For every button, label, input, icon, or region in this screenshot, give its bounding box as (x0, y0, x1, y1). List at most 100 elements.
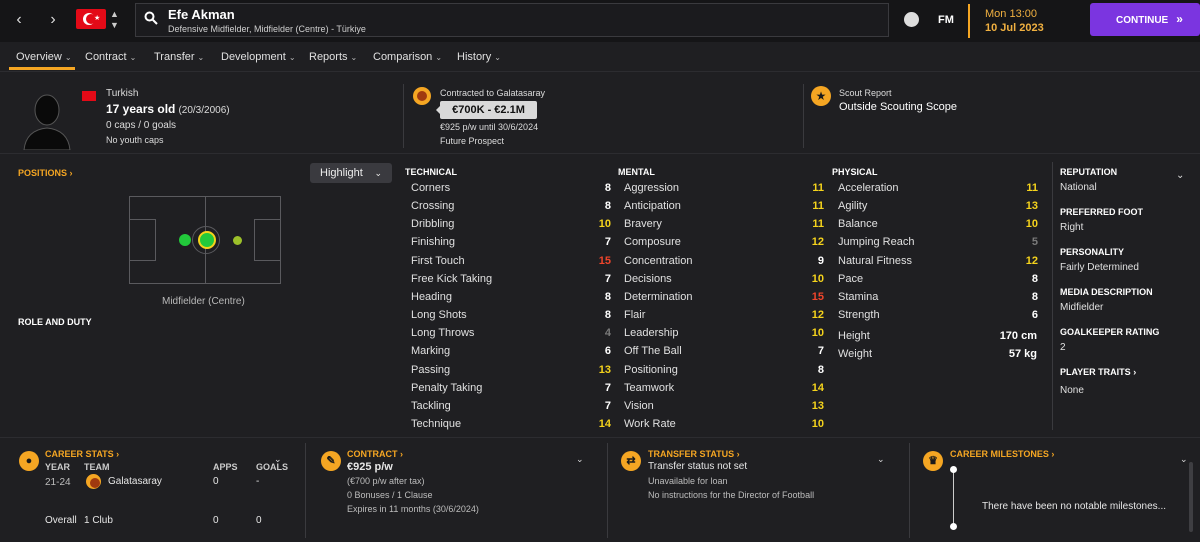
nationality: Turkish (106, 88, 139, 99)
technical-attribute-row[interactable]: Heading 8 (411, 288, 611, 306)
attribute-value: 13 (1025, 200, 1038, 213)
tab-history[interactable]: History ⌄ (457, 51, 501, 63)
football-icon[interactable] (904, 12, 919, 27)
technical-attribute-row[interactable]: Free Kick Taking 7 (411, 270, 611, 288)
attribute-value: 14 (811, 381, 824, 394)
technical-attribute-row[interactable]: First Touch 15 (411, 252, 611, 270)
personality-heading: PERSONALITY (1060, 247, 1125, 257)
attribute-name: Work Rate (624, 417, 676, 430)
technical-attribute-row[interactable]: Tackling 7 (411, 397, 611, 415)
star-icon: ★ (811, 86, 831, 106)
reputation-heading: REPUTATION (1060, 167, 1118, 177)
tab-reports[interactable]: Reports ⌄ (309, 51, 357, 63)
positions-link[interactable]: POSITIONS › (18, 168, 73, 178)
mental-attribute-row[interactable]: Concentration 9 (624, 252, 824, 270)
technical-attribute-row[interactable]: Crossing 8 (411, 197, 611, 215)
mental-attribute-row[interactable]: Determination 15 (624, 288, 824, 306)
career-stats-link[interactable]: CAREER STATS › (45, 449, 119, 459)
tab-development[interactable]: Development ⌄ (221, 51, 296, 63)
highlight-dropdown[interactable]: Highlight ⌄ (310, 163, 392, 183)
mental-attribute-row[interactable]: Leadership 10 (624, 324, 824, 342)
physical-attribute-row[interactable]: Pace 8 (838, 270, 1038, 288)
mental-attribute-row[interactable]: Anticipation 11 (624, 197, 824, 215)
chevron-up-icon[interactable]: ▲ (110, 10, 119, 19)
scout-report-value[interactable]: Outside Scouting Scope (839, 101, 957, 113)
position-am-marker[interactable] (233, 236, 242, 245)
tab-contract[interactable]: Contract ⌄ (85, 51, 136, 63)
tab-overview[interactable]: Overview ⌄ (16, 51, 72, 63)
mental-attribute-row[interactable]: Vision 13 (624, 397, 824, 415)
attribute-value: 8 (817, 363, 824, 376)
mental-attribute-row[interactable]: Composure 12 (624, 233, 824, 251)
mental-attribute-row[interactable]: Positioning 8 (624, 361, 824, 379)
physical-attribute-row[interactable]: Strength 6 (838, 306, 1038, 324)
technical-attribute-row[interactable]: Finishing 7 (411, 233, 611, 251)
physical-attribute-row[interactable]: Agility 13 (838, 197, 1038, 215)
mental-attribute-row[interactable]: Aggression 11 (624, 179, 824, 197)
scrollbar[interactable] (1189, 462, 1193, 532)
attribute-value: 8 (1031, 272, 1038, 285)
tab-transfer[interactable]: Transfer ⌄ (154, 51, 204, 63)
mental-attribute-row[interactable]: Teamwork 14 (624, 379, 824, 397)
forward-icon[interactable]: › (46, 12, 60, 28)
technical-attribute-row[interactable]: Marking 6 (411, 342, 611, 360)
attribute-name: Agility (838, 200, 868, 213)
chevron-down-icon[interactable]: ⌄ (877, 454, 885, 465)
technical-attribute-row[interactable]: Corners 8 (411, 179, 611, 197)
attribute-name: Strength (838, 309, 880, 322)
attribute-name: Determination (624, 290, 693, 303)
technical-attribute-row[interactable]: Long Throws 4 (411, 324, 611, 342)
physical-attribute-row[interactable]: Acceleration 11 (838, 179, 1038, 197)
physical-attribute-row[interactable]: Natural Fitness 12 (838, 252, 1038, 270)
attribute-name: Long Shots (411, 309, 467, 322)
player-name: Efe Akman (168, 7, 235, 22)
mental-attribute-row[interactable]: Flair 12 (624, 306, 824, 324)
mental-attribute-row[interactable]: Work Rate 10 (624, 415, 824, 433)
technical-attribute-row[interactable]: Passing 13 (411, 361, 611, 379)
active-tab-indicator (9, 67, 75, 70)
youth-caps: No youth caps (106, 135, 164, 145)
fm-logo[interactable]: FM (938, 14, 954, 26)
chevron-down-icon[interactable]: ⌄ (1176, 170, 1184, 181)
penalty-box-right (254, 219, 280, 261)
top-bar: ‹ › ★ ▲ ▼ Efe Akman Defensive Midfielder… (0, 0, 1200, 42)
mental-attribute-row[interactable]: Decisions 10 (624, 270, 824, 288)
value-range-badge[interactable]: €700K - €2.1M (436, 101, 537, 119)
attribute-value: 5 (1031, 236, 1038, 249)
goalkeeper-rating-heading: GOALKEEPER RATING (1060, 327, 1160, 337)
player-search-box[interactable]: Efe Akman Defensive Midfielder, Midfield… (135, 3, 889, 37)
divider (403, 84, 404, 148)
physical-attribute-row[interactable]: Balance 10 (838, 215, 1038, 233)
turkey-flag-icon (82, 91, 96, 101)
contract-link[interactable]: CONTRACT › (347, 449, 403, 459)
technical-attribute-row[interactable]: Technique 14 (411, 415, 611, 433)
turkey-flag-icon[interactable]: ★ (76, 9, 106, 29)
attribute-name: Concentration (624, 254, 693, 267)
row-team[interactable]: Galatasaray (108, 476, 162, 487)
chevron-down-icon[interactable]: ▼ (110, 21, 119, 30)
technical-attribute-row[interactable]: Long Shots 8 (411, 306, 611, 324)
player-traits-value: None (1060, 385, 1084, 396)
mental-attribute-row[interactable]: Bravery 11 (624, 215, 824, 233)
physical-attribute-row[interactable]: Stamina 8 (838, 288, 1038, 306)
player-traits-link[interactable]: PLAYER TRAITS › (1060, 367, 1136, 377)
physical-attribute-row[interactable]: Jumping Reach 5 (838, 233, 1038, 251)
media-description-value: Midfielder (1060, 302, 1104, 313)
career-milestones-link[interactable]: CAREER MILESTONES › (950, 449, 1054, 459)
position-dm-marker[interactable] (179, 234, 191, 246)
attribute-value: 6 (1031, 309, 1038, 322)
game-date[interactable]: Mon 13:00 10 Jul 2023 (968, 4, 1052, 38)
technical-attribute-row[interactable]: Dribbling 10 (411, 215, 611, 233)
tab-comparison[interactable]: Comparison ⌄ (373, 51, 442, 63)
back-icon[interactable]: ‹ (12, 12, 26, 28)
mental-attribute-row[interactable]: Off The Ball 7 (624, 342, 824, 360)
chevron-down-icon[interactable]: ⌄ (576, 454, 584, 465)
transfer-status-link[interactable]: TRANSFER STATUS › (648, 449, 740, 459)
technical-attribute-row[interactable]: Penalty Taking 7 (411, 379, 611, 397)
contract-club[interactable]: Contracted to Galatasaray (440, 88, 545, 98)
chevron-down-icon[interactable]: ⌄ (1180, 454, 1188, 465)
galatasaray-badge-icon[interactable] (413, 87, 431, 105)
continue-button[interactable]: CONTINUE » (1090, 3, 1200, 36)
position-mc-marker-selected[interactable] (198, 231, 216, 249)
attribute-value: 6 (604, 345, 611, 358)
